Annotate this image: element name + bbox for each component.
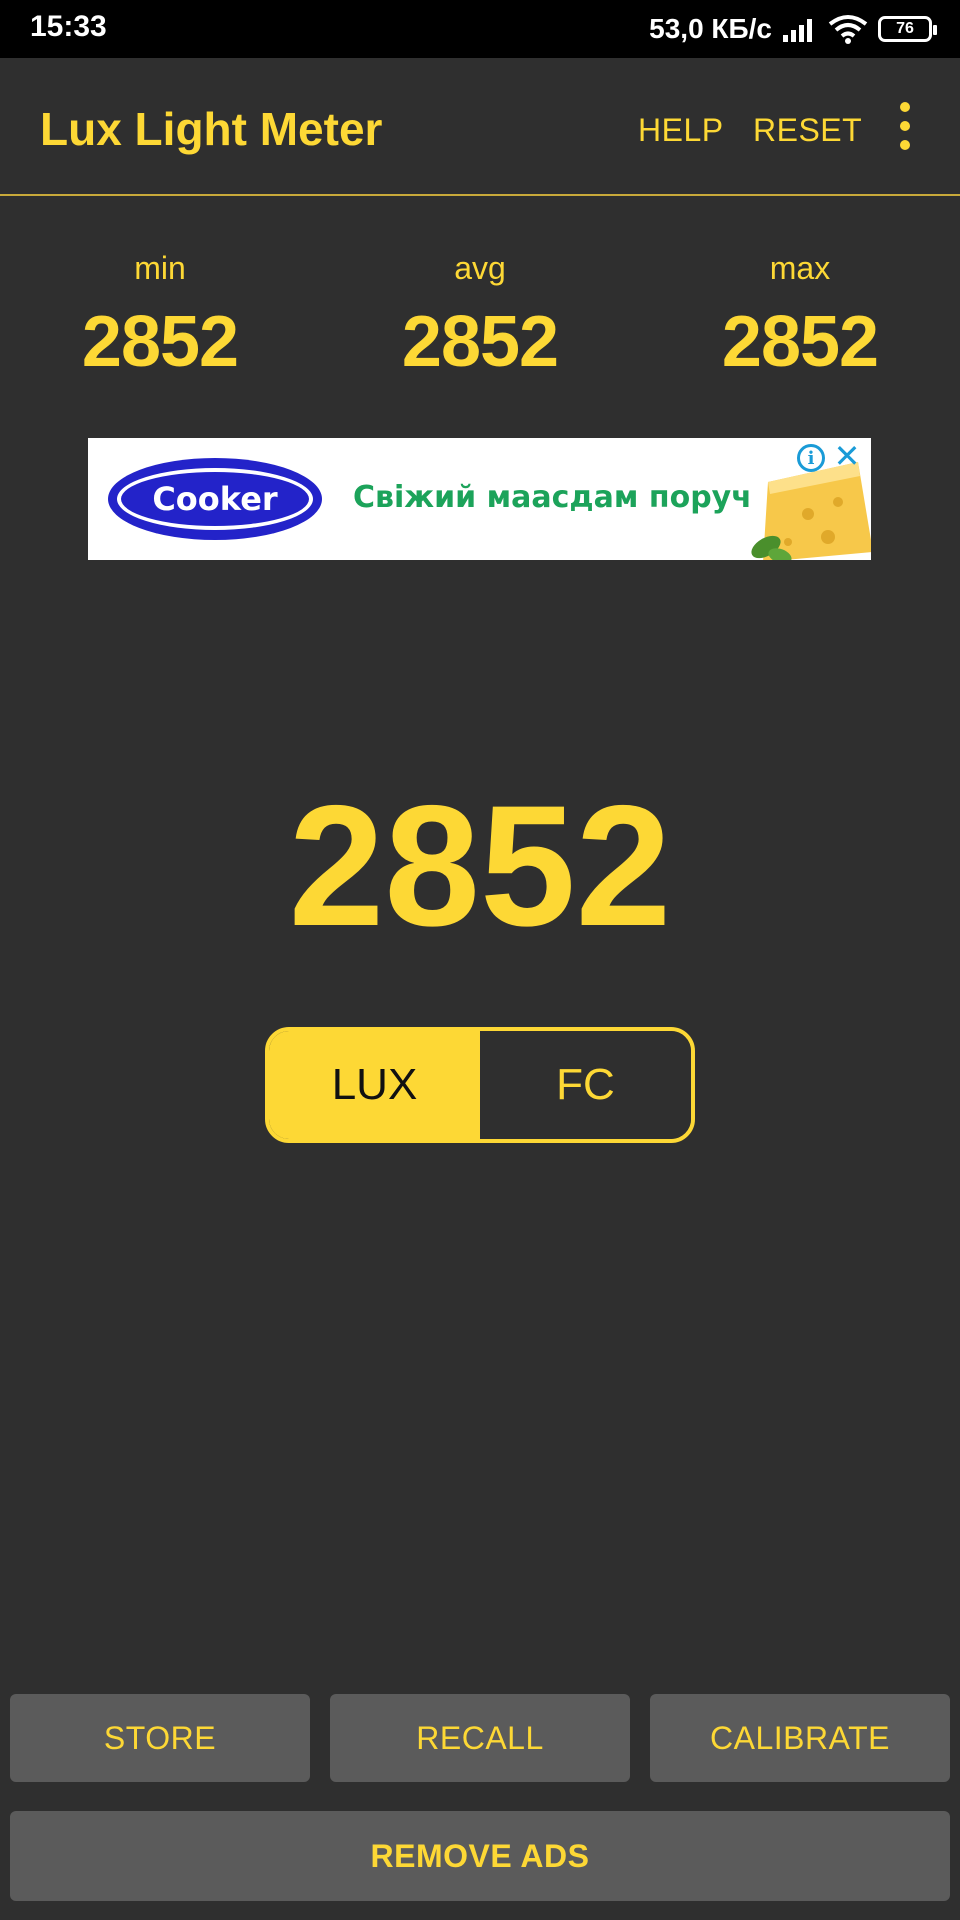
remove-ads-button[interactable]: REMOVE ADS xyxy=(10,1811,950,1901)
stat-max: max 2852 xyxy=(680,250,920,383)
app-bar: Lux Light Meter HELP RESET xyxy=(0,58,960,196)
signal-icon xyxy=(783,19,812,42)
ad-brand-logo: Cooker xyxy=(108,458,322,540)
reset-button[interactable]: RESET xyxy=(753,112,862,149)
stat-min: min 2852 xyxy=(40,250,280,383)
app-title: Lux Light Meter xyxy=(40,103,383,155)
avg-value: 2852 xyxy=(401,302,559,382)
avg-label: avg xyxy=(454,250,506,286)
status-time: 15:33 xyxy=(30,10,107,43)
network-speed: 53,0 КБ/с xyxy=(649,13,772,44)
max-label: max xyxy=(769,250,831,286)
status-indicators: 53,0 КБ/с 76 xyxy=(649,12,937,46)
max-value: 2852 xyxy=(721,302,879,382)
unit-option-lux[interactable]: LUX xyxy=(269,1031,480,1139)
calibrate-button[interactable]: CALIBRATE xyxy=(650,1694,950,1782)
help-button[interactable]: HELP xyxy=(638,112,724,149)
min-value: 2852 xyxy=(81,302,239,382)
store-button[interactable]: STORE xyxy=(10,1694,310,1782)
ad-text: Свіжий маасдам поруч xyxy=(353,480,752,515)
close-icon[interactable]: ✕ xyxy=(831,440,863,472)
wifi-icon xyxy=(828,15,868,44)
battery-level: 76 xyxy=(896,20,914,37)
ad-brand-text: Cooker xyxy=(117,468,313,530)
unit-toggle[interactable]: LUX FC xyxy=(265,1027,695,1143)
recall-button[interactable]: RECALL xyxy=(330,1694,630,1782)
stat-avg: avg 2852 xyxy=(360,250,600,383)
info-icon[interactable]: i xyxy=(797,444,825,472)
current-reading: 2852 xyxy=(288,770,672,962)
status-bar: 15:33 53,0 КБ/с 76 xyxy=(0,0,960,58)
ad-banner[interactable]: Cooker Свіжий маасдам поруч i ✕ xyxy=(88,438,871,560)
battery-icon: 76 xyxy=(878,16,937,42)
unit-option-fc[interactable]: FC xyxy=(480,1031,691,1139)
min-label: min xyxy=(134,250,186,286)
more-vert-icon[interactable] xyxy=(893,102,917,150)
